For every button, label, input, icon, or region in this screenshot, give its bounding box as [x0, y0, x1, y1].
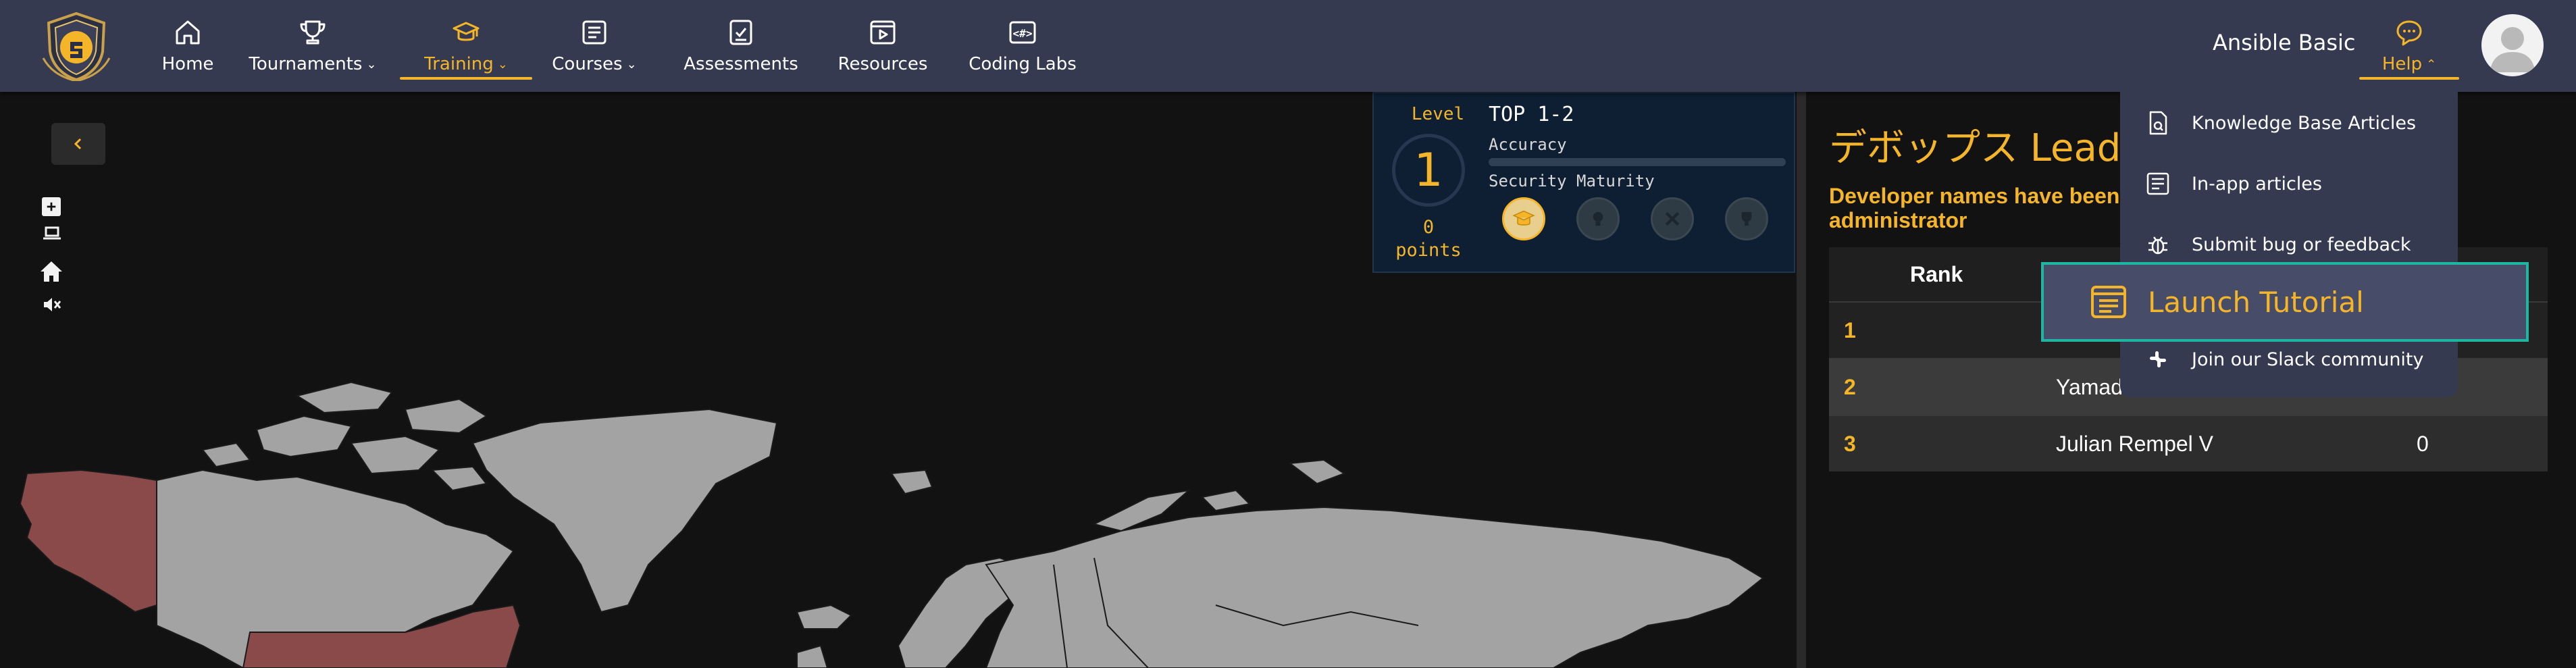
nav-tournaments[interactable]: Tournaments ⌄ [242, 0, 384, 92]
nav-courses[interactable]: Courses ⌄ [546, 0, 643, 92]
leaderboard-title: デボップス Leade [1829, 126, 2144, 170]
assessment-icon [726, 18, 756, 47]
knowledge-base-icon [2149, 111, 2167, 135]
active-tab-underline [400, 77, 532, 80]
top-navigation-bar: Home Tournaments ⌄ Training ⌄ Courses ⌄ Ass… [0, 0, 2576, 92]
chevron-down-icon: ⌄ [366, 57, 377, 72]
badge-tools[interactable] [1651, 197, 1694, 240]
badge-graduation-cap[interactable] [1502, 197, 1545, 240]
menu-item-label: Submit bug or feedback [2192, 234, 2411, 255]
nav-home-label: Home [161, 54, 214, 74]
launch-tutorial-label: Launch Tutorial [2148, 285, 2364, 319]
menu-item-label: Knowledge Base Articles [2192, 112, 2417, 134]
level-circle: 1 [1392, 134, 1465, 207]
code-icon: <#> [1008, 18, 1037, 47]
home-icon [173, 18, 203, 47]
name-cell: Julian Rempel V [2056, 431, 2213, 456]
article-icon [2146, 172, 2169, 195]
logo-shield-icon[interactable] [39, 11, 113, 82]
nav-help-label: Help [2381, 54, 2423, 74]
nav-training-label: Training [424, 54, 494, 74]
menu-item-submit-bug[interactable]: Submit bug or feedback [2144, 224, 2411, 265]
menu-item-slack[interactable]: Join our Slack community [2144, 339, 2424, 380]
rank-cell: 1 [1844, 317, 1856, 342]
plus-icon [47, 202, 56, 211]
courses-icon [579, 18, 609, 47]
chevron-up-icon: ⌃ [2426, 57, 2437, 72]
level-points: 0 points [1387, 216, 1470, 262]
level-value: 1 [1414, 143, 1443, 197]
bug-icon [2148, 236, 2167, 255]
name-cell: Yamad [2056, 374, 2123, 399]
nav-home[interactable]: Home [150, 0, 226, 92]
slack-icon [2150, 351, 2166, 367]
graduation-cap-icon [1512, 210, 1535, 226]
nav-resources[interactable]: Resources [832, 0, 933, 92]
badge-trophy[interactable] [1725, 197, 1768, 240]
menu-item-knowledge-base[interactable]: Knowledge Base Articles [2144, 103, 2416, 143]
top-rank-text: TOP 1-2 [1489, 103, 1574, 126]
trophy-icon [1741, 211, 1752, 226]
help-dropdown-menu: Knowledge Base Articles In-app articles … [2120, 92, 2458, 397]
bulb-icon [1593, 211, 1603, 226]
level-label: Level [1411, 104, 1465, 124]
accuracy-progress-bar [1489, 158, 1786, 166]
nav-assessments[interactable]: Assessments [677, 0, 805, 92]
fullscreen-button[interactable] [42, 223, 62, 243]
home-icon [41, 261, 62, 282]
svg-text:<#>: <#> [1013, 27, 1033, 40]
nav-coding-labs[interactable]: <#> Coding Labs [960, 0, 1085, 92]
tutorial-icon [2091, 286, 2126, 318]
launch-tutorial-button[interactable]: Launch Tutorial [2041, 262, 2529, 342]
rank-cell: 3 [1844, 431, 1856, 456]
accuracy-label: Accuracy [1489, 135, 1567, 154]
menu-item-label: In-app articles [2192, 173, 2322, 195]
laptop-icon [43, 226, 61, 240]
back-button[interactable] [51, 123, 105, 165]
points-label: points [1395, 240, 1462, 261]
nav-help[interactable]: Help ⌃ [2359, 0, 2459, 92]
zoom-in-button[interactable] [42, 197, 61, 216]
nav-coding-labs-label: Coding Labs [969, 54, 1077, 74]
chevron-down-icon: ⌄ [497, 57, 508, 72]
chat-help-icon [2394, 18, 2425, 49]
level-panel: Level 1 0 points TOP 1-2 Accuracy Securi… [1372, 92, 1795, 273]
avatar[interactable] [2481, 14, 2544, 76]
mute-button[interactable] [42, 294, 62, 315]
menu-item-in-app-articles[interactable]: In-app articles [2144, 163, 2322, 204]
score-cell: 0 [2417, 431, 2429, 456]
table-row[interactable]: 3 Julian Rempel V 0 [1829, 415, 2548, 471]
menu-item-label: Join our Slack community [2192, 349, 2424, 370]
reset-view-button[interactable] [38, 258, 65, 285]
nav-assessments-label: Assessments [684, 54, 798, 74]
user-name[interactable]: Ansible Basic [2213, 30, 2356, 55]
rank-cell: 2 [1844, 374, 1856, 399]
panel-divider[interactable] [1797, 92, 1806, 668]
tools-icon [1665, 211, 1680, 226]
graduation-cap-icon [451, 18, 481, 47]
nav-training[interactable]: Training ⌄ [400, 0, 532, 92]
chevron-down-icon: ⌄ [626, 57, 637, 72]
trophy-icon [298, 18, 328, 47]
column-header-rank: Rank [1910, 261, 1963, 286]
nav-courses-label: Courses [552, 54, 623, 74]
nav-tournaments-label: Tournaments [249, 54, 363, 74]
security-maturity-label: Security Maturity [1489, 172, 1655, 190]
resources-icon [868, 18, 898, 47]
speaker-muted-icon [44, 298, 61, 311]
nav-resources-label: Resources [838, 54, 928, 74]
help-underline [2359, 77, 2459, 80]
badge-bulb[interactable] [1576, 197, 1620, 240]
points-value: 0 [1422, 217, 1435, 238]
chevron-left-icon [74, 138, 82, 150]
